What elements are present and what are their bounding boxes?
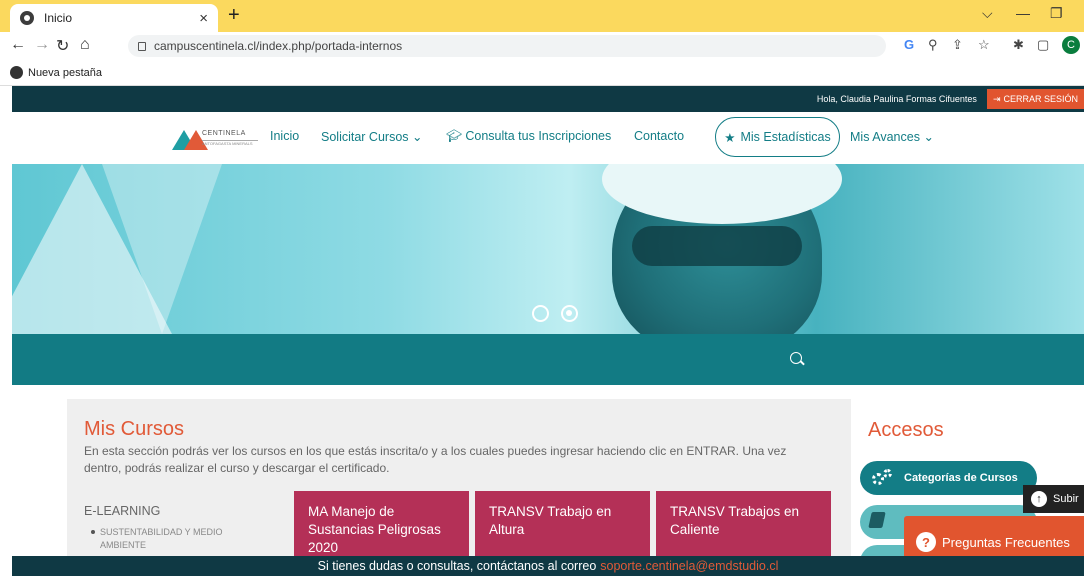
chevron-down-icon: ⌄ — [412, 130, 423, 144]
logo-name: CENTINELA — [202, 130, 246, 137]
nav-solicitar-cursos[interactable]: Solicitar Cursos ⌄ — [321, 129, 423, 144]
globe-icon — [10, 66, 23, 79]
footer-text: Si tienes dudas o consultas, contáctanos… — [317, 559, 597, 573]
bookmarks-bar: Nueva pestaña — [0, 60, 1084, 86]
centinela-logo[interactable]: CENTINELA ANTOFAGASTA MINERALS — [172, 124, 268, 152]
logout-label: CERRAR SESIÓN — [1003, 94, 1078, 104]
address-bar[interactable]: campuscentinela.cl/index.php/portada-int… — [128, 35, 886, 57]
forward-icon[interactable]: → — [34, 36, 50, 54]
arrow-up-icon: ↑ — [1031, 491, 1047, 507]
question-icon: ? — [916, 532, 936, 552]
user-bar: Hola, Claudia Paulina Formas Cifuentes ⇥… — [12, 86, 1084, 112]
chevron-down-icon: ⌄ — [923, 130, 934, 144]
share-icon[interactable]: ⇪ — [952, 37, 963, 53]
minimize-icon[interactable]: — — [1016, 5, 1030, 21]
nav-solicitar-label: Solicitar Cursos — [321, 130, 409, 144]
gears-icon — [872, 469, 892, 487]
home-icon[interactable]: ⌂ — [80, 36, 90, 54]
support-email-link[interactable]: soporte.centinela@emdstudio.cl — [600, 559, 778, 573]
reload-icon[interactable]: ↻ — [56, 36, 69, 56]
sidepanel-icon[interactable]: ▢ — [1037, 37, 1049, 53]
nav-mis-avances[interactable]: Mis Avances ⌄ — [850, 129, 934, 144]
scroll-top-button[interactable]: ↑ Subir — [1023, 485, 1084, 513]
logout-button[interactable]: ⇥ CERRAR SESIÓN — [986, 89, 1084, 109]
lock-icon — [138, 41, 146, 51]
nav-avances-label: Mis Avances — [850, 130, 920, 144]
close-tab-icon[interactable]: × — [199, 10, 208, 27]
categorias-cursos-button[interactable]: Categorías de Cursos — [860, 461, 1037, 495]
star-icon[interactable]: ☆ — [978, 37, 990, 53]
category-heading[interactable]: E-LEARNING — [84, 504, 160, 518]
bookmark-new-tab[interactable]: Nueva pestaña — [28, 67, 102, 79]
browser-tab[interactable]: Inicio × — [10, 4, 218, 32]
main-navigation: CENTINELA ANTOFAGASTA MINERALS Inicio So… — [12, 112, 1084, 164]
nav-consulta-inscripciones[interactable]: 🎓︎ Consulta tus Inscripciones — [446, 129, 611, 144]
url-text: campuscentinela.cl/index.php/portada-int… — [154, 39, 403, 53]
nav-estadisticas-label: Mis Estadísticas — [740, 130, 831, 144]
profile-avatar[interactable]: C — [1062, 36, 1080, 54]
footer-bar: Si tienes dudas o consultas, contáctanos… — [12, 556, 1084, 576]
subir-label: Subir — [1053, 493, 1079, 505]
tab-title: Inicio — [44, 11, 73, 25]
google-icon[interactable]: G — [904, 37, 914, 52]
nav-contacto[interactable]: Contacto — [634, 129, 684, 143]
globe-icon — [20, 11, 34, 25]
greeting-text: Hola, Claudia Paulina Formas Cifuentes — [816, 94, 977, 104]
zoom-icon[interactable]: ⚲ — [928, 37, 938, 53]
logo-subtitle: ANTOFAGASTA MINERALS — [202, 140, 258, 146]
mis-cursos-title: Mis Cursos — [84, 418, 185, 440]
slider-dot-2[interactable] — [561, 305, 578, 322]
browser-tabstrip: Inicio × + ⌵ — ❐ — [0, 0, 1084, 32]
search-icon[interactable] — [790, 352, 802, 364]
back-icon[interactable]: ← — [10, 36, 26, 54]
category-item[interactable]: SUSTENTABILIDAD Y MEDIO AMBIENTE — [91, 526, 260, 552]
graduation-cap-icon: 🎓︎ — [446, 129, 462, 143]
nav-mis-estadisticas[interactable]: ★ Mis Estadísticas — [715, 117, 840, 157]
restore-icon[interactable]: ❐ — [1050, 5, 1063, 22]
accesos-title: Accesos — [868, 419, 944, 441]
hero-glasses — [632, 226, 802, 266]
search-strip — [12, 334, 1084, 385]
extensions-icon[interactable]: ✱ — [1013, 37, 1024, 53]
hero-shape — [102, 164, 222, 334]
categorias-label: Categorías de Cursos — [904, 472, 1018, 484]
slider-dot-1[interactable] — [532, 305, 549, 322]
mis-cursos-description: En esta sección podrás ver los cursos en… — [84, 444, 787, 475]
new-tab-button[interactable]: + — [228, 4, 240, 26]
star-icon: ★ — [724, 130, 736, 145]
nav-consulta-label: Consulta tus Inscripciones — [465, 129, 612, 143]
faq-label: Preguntas Frecuentes — [942, 534, 1070, 550]
tab-search-icon[interactable]: ⌵ — [982, 5, 993, 22]
nav-inicio[interactable]: Inicio — [270, 129, 299, 143]
logout-icon: ⇥ — [992, 93, 1001, 104]
